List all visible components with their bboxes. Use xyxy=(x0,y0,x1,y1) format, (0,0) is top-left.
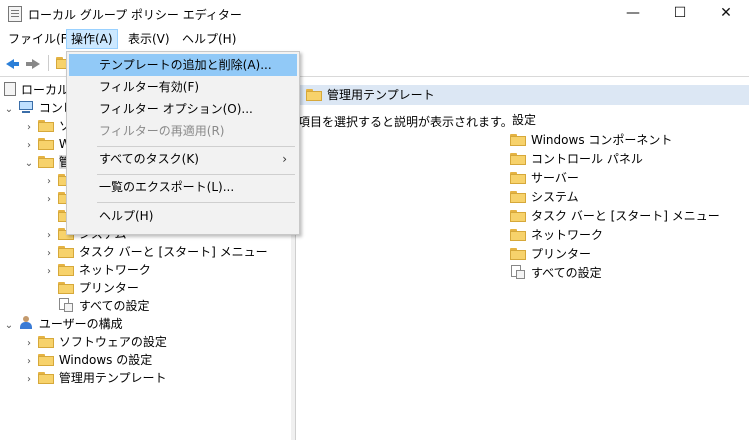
tree-item-user-windows[interactable]: › Windows の設定 xyxy=(24,351,152,369)
folder-icon xyxy=(510,229,526,241)
folder-icon xyxy=(57,282,74,294)
folder-icon xyxy=(306,89,322,101)
folder-icon xyxy=(510,134,526,146)
action-menu-dropdown: テンプレートの追加と削除(A)... フィルター有効(F) フィルター オプショ… xyxy=(66,51,300,235)
chevron-down-icon[interactable]: ⌄ xyxy=(4,101,14,119)
menu-add-remove-templates[interactable]: テンプレートの追加と削除(A)... xyxy=(69,54,297,76)
tree-item-software[interactable]: › ソ xyxy=(24,117,71,135)
back-button[interactable] xyxy=(2,54,22,72)
tree-computer-config[interactable]: ⌄ コンピ xyxy=(4,99,75,117)
folder-icon xyxy=(37,120,54,132)
maximize-button[interactable]: ☐ xyxy=(657,0,703,28)
folder-icon xyxy=(510,153,526,165)
minimize-button[interactable]: — xyxy=(610,0,656,28)
folder-icon xyxy=(510,172,526,184)
folder-icon xyxy=(57,264,74,276)
list-item[interactable]: プリンター xyxy=(510,245,591,263)
tree-user-config[interactable]: ⌄ ユーザーの構成 xyxy=(4,315,123,333)
policy-root-icon xyxy=(4,82,16,96)
user-icon xyxy=(18,316,34,330)
menu-separator xyxy=(97,146,295,147)
menu-separator xyxy=(97,202,295,203)
list-item[interactable]: サーバー xyxy=(510,169,579,187)
folder-icon xyxy=(37,372,54,384)
folder-icon xyxy=(510,210,526,222)
details-pane: 管理用テンプレート 項目を選択すると説明が表示されます。 設定 Windows … xyxy=(296,77,749,440)
tree-item-taskbar[interactable]: › タスク バーと [スタート] メニュー xyxy=(44,243,268,261)
computer-icon xyxy=(18,101,34,114)
forward-arrow-icon xyxy=(26,59,40,69)
tree-item-user-admin[interactable]: › 管理用テンプレート xyxy=(24,369,166,387)
menu-help-item[interactable]: ヘルプ(H) xyxy=(69,205,297,227)
list-item[interactable]: コントロール パネル xyxy=(510,150,643,168)
details-description: 項目を選択すると説明が表示されます。 xyxy=(298,115,513,129)
tree-item-admin-templates[interactable]: ⌄ 管 xyxy=(24,153,71,171)
settings-doc-icon xyxy=(58,298,74,312)
menu-bar: ファイル(F) 操作(A) 表示(V) ヘルプ(H) xyxy=(0,28,749,50)
forward-button[interactable] xyxy=(24,54,44,72)
folder-icon xyxy=(510,248,526,260)
close-button[interactable]: ✕ xyxy=(703,0,749,28)
tree-item-all-settings[interactable]: すべての設定 xyxy=(44,297,150,315)
list-item[interactable]: システム xyxy=(510,188,579,206)
details-header: 管理用テンプレート xyxy=(296,85,749,105)
tree-item-network[interactable]: › ネットワーク xyxy=(44,261,151,279)
chevron-down-icon[interactable]: ⌄ xyxy=(4,317,14,335)
toolbar-separator xyxy=(48,55,49,71)
folder-icon xyxy=(37,138,54,150)
back-arrow-icon xyxy=(6,59,19,69)
list-item[interactable]: すべての設定 xyxy=(510,264,602,282)
menu-filter-options[interactable]: フィルター オプション(O)... xyxy=(69,98,297,120)
settings-doc-icon xyxy=(510,265,526,279)
policy-editor-app-icon xyxy=(8,6,22,22)
settings-column-header[interactable]: 設定 xyxy=(512,111,536,128)
menu-all-tasks[interactable]: すべてのタスク(K) › xyxy=(69,148,297,170)
menu-reapply-filter: フィルターの再適用(R) xyxy=(99,124,225,138)
submenu-arrow-icon: › xyxy=(282,152,287,166)
folder-icon xyxy=(37,336,54,348)
folder-icon xyxy=(37,354,54,366)
folder-icon xyxy=(510,191,526,203)
menu-filter-on[interactable]: フィルター有効(F) xyxy=(69,76,297,98)
menu-view[interactable]: 表示(V) xyxy=(124,30,174,48)
tree-root[interactable]: ローカル xyxy=(4,81,69,99)
folder-icon xyxy=(37,156,54,168)
details-header-title: 管理用テンプレート xyxy=(327,88,435,102)
window-title: ローカル グループ ポリシー エディター xyxy=(28,8,242,22)
tree-item-user-software[interactable]: › ソフトウェアの設定 xyxy=(24,333,167,351)
title-bar: ローカル グループ ポリシー エディター — ☐ ✕ xyxy=(0,0,749,28)
menu-all-tasks-label: すべてのタスク(K) xyxy=(99,152,199,166)
menu-export-list[interactable]: 一覧のエクスポート(L)... xyxy=(69,176,297,198)
menu-separator xyxy=(97,174,295,175)
chevron-right-icon[interactable]: › xyxy=(24,371,34,389)
chevron-down-icon[interactable]: ⌄ xyxy=(24,155,34,173)
list-item[interactable]: タスク バーと [スタート] メニュー xyxy=(510,207,720,225)
list-item[interactable]: ネットワーク xyxy=(510,226,603,244)
folder-icon xyxy=(57,246,74,258)
menu-action[interactable]: 操作(A) xyxy=(66,29,118,49)
list-item[interactable]: Windows コンポーネント xyxy=(510,131,672,149)
menu-help[interactable]: ヘルプ(H) xyxy=(178,30,240,48)
tree-item-windows[interactable]: › W xyxy=(24,135,71,153)
tree-item-printers[interactable]: プリンター xyxy=(44,279,139,297)
